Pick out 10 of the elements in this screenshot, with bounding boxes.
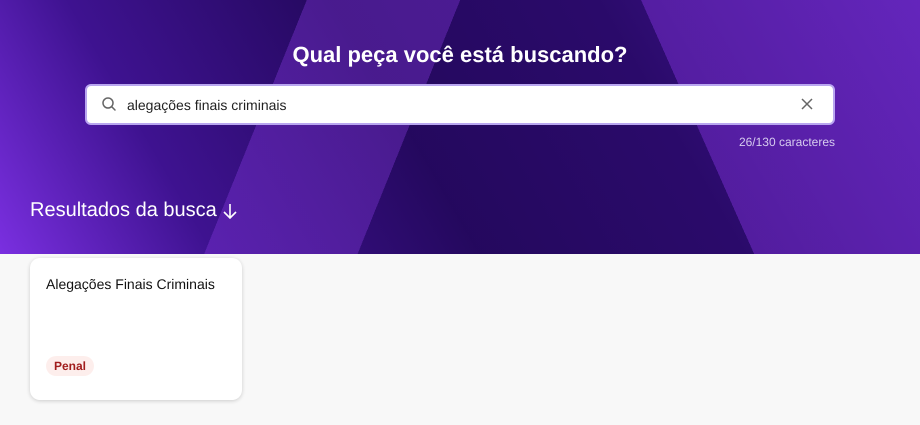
close-icon[interactable] [801,98,813,110]
character-counter: 26/130 caracteres [738,135,835,149]
card-title: Alegações Finais Criminais [46,276,215,292]
search-field[interactable]: alegações finais criminais [85,84,835,125]
result-card[interactable]: Alegações Finais Criminais Penal [30,258,242,400]
search-icon [101,96,117,112]
results-heading: Resultados da busca [30,199,217,222]
down-arrow-icon [222,202,237,218]
category-tag: Penal [46,356,94,376]
page-title: Qual peça você está buscando? [291,42,628,68]
